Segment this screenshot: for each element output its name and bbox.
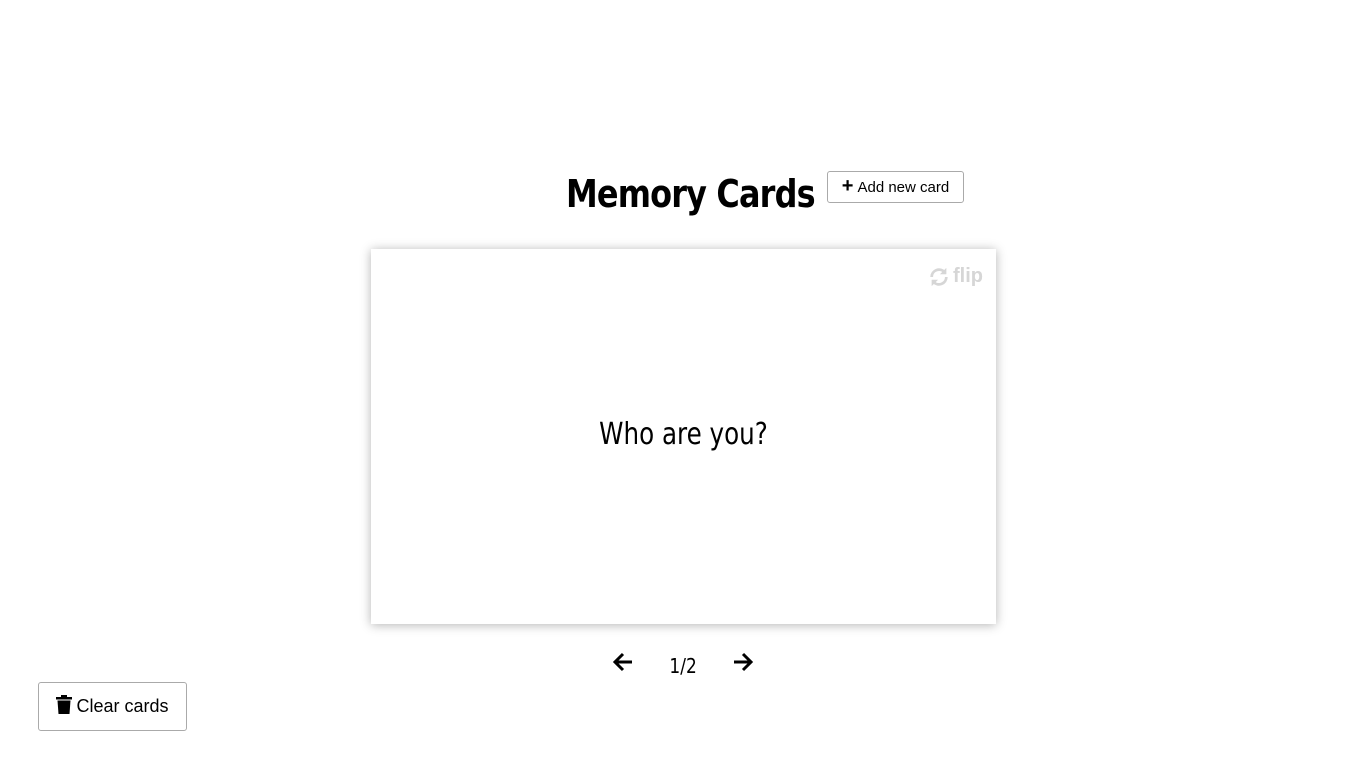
plus-icon: + <box>841 175 854 197</box>
flip-label: flip <box>953 265 983 287</box>
arrow-left-icon <box>612 652 634 677</box>
next-card-button[interactable] <box>729 650 757 678</box>
trash-icon <box>56 694 73 719</box>
sync-icon <box>928 266 950 288</box>
arrow-right-icon <box>732 652 754 677</box>
flip-button[interactable]: flip <box>928 265 983 288</box>
prev-card-button[interactable] <box>609 650 637 678</box>
memory-card[interactable]: flip Who are you? <box>371 249 996 624</box>
card-navigation: 1/2 <box>609 648 757 680</box>
page-title: Memory Cards <box>566 172 816 216</box>
card-counter: 1/2 <box>669 654 697 678</box>
clear-cards-label: Clear cards <box>76 696 169 716</box>
add-new-card-label: Add new card <box>857 178 950 196</box>
clear-cards-button[interactable]: Clear cards <box>38 682 187 731</box>
card-question: Who are you? <box>599 417 768 452</box>
memory-cards-app: Memory Cards + Add new card flip Who are… <box>0 0 1366 768</box>
add-new-card-button[interactable]: + Add new card <box>827 171 964 203</box>
